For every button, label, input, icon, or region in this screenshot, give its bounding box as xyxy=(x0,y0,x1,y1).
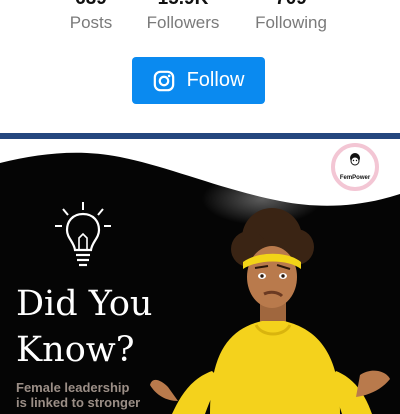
brand-name: FemPower xyxy=(339,175,371,181)
profile-stats: 639 Posts 15.9K Followers 709 Following xyxy=(0,0,400,38)
stat-followers[interactable]: 15.9K Followers xyxy=(128,0,238,36)
follow-label: Follow xyxy=(186,69,245,91)
post-headline: Did You Know? xyxy=(16,281,206,373)
follow-button[interactable]: Follow xyxy=(132,57,265,104)
headline-line-2: Know? xyxy=(16,330,135,370)
followers-count: 15.9K xyxy=(128,0,238,10)
stat-following[interactable]: 709 Following xyxy=(236,0,346,36)
lightbulb-icon xyxy=(55,202,111,267)
caption-line-2: is linked to stronger xyxy=(16,395,141,410)
followers-label: Followers xyxy=(146,13,220,32)
following-label: Following xyxy=(255,13,327,32)
fempower-logo-icon xyxy=(350,153,360,166)
post-caption: Female leadership is linked to stronger xyxy=(16,380,186,410)
post-image[interactable]: FemPower Did You Know? Female leadership… xyxy=(0,139,400,414)
brand-badge: FemPower xyxy=(331,143,379,191)
instagram-icon xyxy=(153,70,174,91)
caption-line-1: Female leadership xyxy=(16,380,130,395)
following-count: 709 xyxy=(236,0,346,10)
headline-line-1: Did You xyxy=(16,284,153,324)
